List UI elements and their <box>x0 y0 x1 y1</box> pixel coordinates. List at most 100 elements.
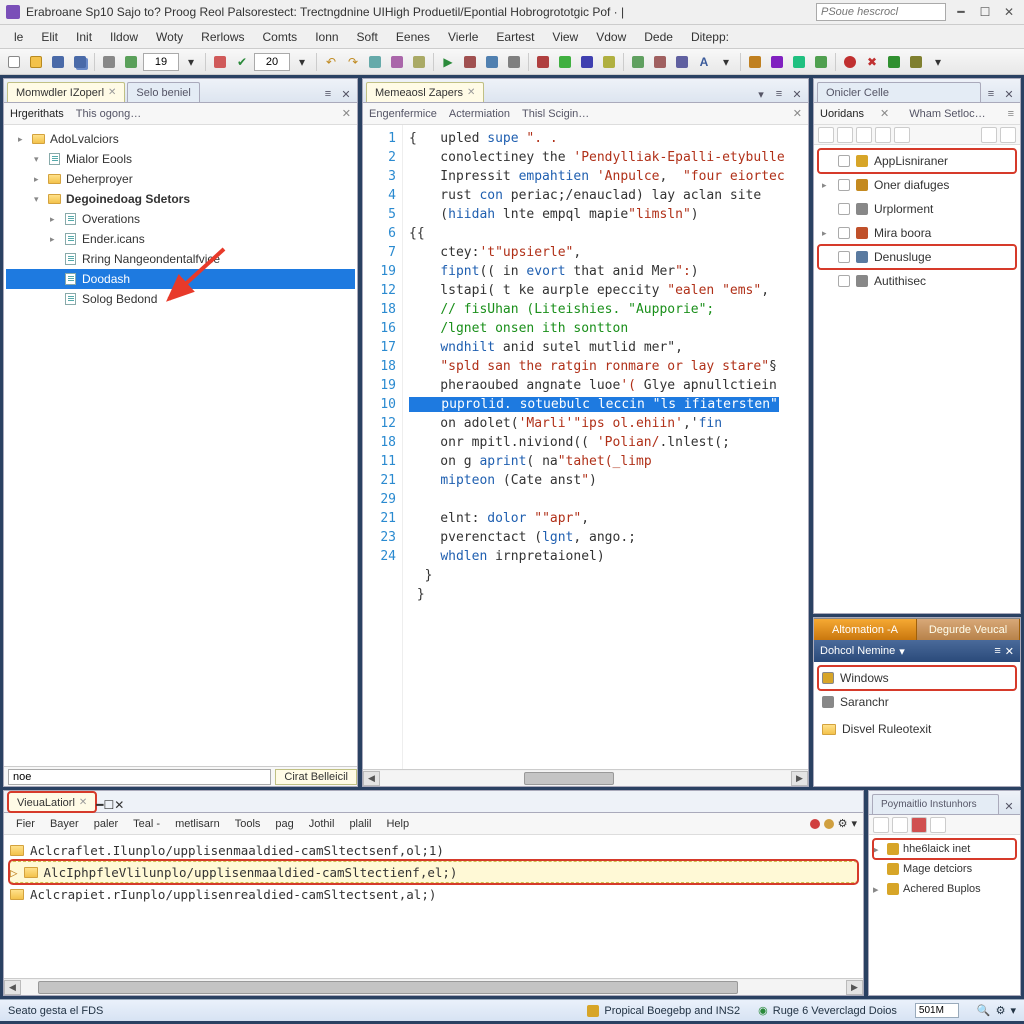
close-icon[interactable]: ✕ <box>108 87 116 98</box>
sub-tab[interactable]: Hrgerithats <box>10 108 64 120</box>
list-item[interactable]: Mage detciors <box>873 859 1016 879</box>
sub-tab[interactable]: Uoridans <box>820 108 864 120</box>
save-all-icon[interactable] <box>70 52 90 72</box>
debug-icon[interactable] <box>460 52 480 72</box>
menu-item[interactable]: View <box>544 28 586 46</box>
close-icon[interactable]: ✖ <box>862 52 882 72</box>
menu-item[interactable]: Ionn <box>307 28 346 46</box>
list-item[interactable]: Disvel Ruleotexit <box>814 718 1020 740</box>
close-icon[interactable]: ✕ <box>880 107 889 120</box>
menu-item[interactable]: Eenes <box>388 28 438 46</box>
tree-arrow-icon[interactable]: ▾ <box>34 154 46 165</box>
panel-max-icon[interactable]: ☐ <box>104 798 115 812</box>
mini-button[interactable] <box>981 127 997 143</box>
menu-item[interactable]: Comts <box>255 28 306 46</box>
console-menu-item[interactable]: plalil <box>343 816 377 832</box>
panel-close-icon[interactable]: ✕ <box>1001 798 1017 814</box>
toolbar-icon[interactable] <box>555 52 575 72</box>
close-button[interactable]: ✕ <box>1000 3 1018 21</box>
tree-arrow-icon[interactable]: ▸ <box>34 174 46 185</box>
list-item[interactable]: ▸Achered Buplos <box>873 879 1016 899</box>
console-line[interactable]: Aclcrapiet.rIunplo/upplisenrealdied-camS… <box>10 883 857 905</box>
sub-tab[interactable]: This ogong… <box>76 108 141 120</box>
tree-item[interactable]: ▾Mialor Eools <box>6 149 355 169</box>
tree-item[interactable]: ▾Degoinedoag Sdetors <box>6 189 355 209</box>
dropdown-icon[interactable]: ▾ <box>928 52 948 72</box>
dropdown-icon[interactable]: ▾ <box>716 52 736 72</box>
toolbar-icon[interactable] <box>504 52 524 72</box>
console-menu-item[interactable]: Help <box>380 816 415 832</box>
panel-close-icon[interactable]: ✕ <box>789 86 805 102</box>
horizontal-scrollbar[interactable]: ◀ ▶ <box>363 769 808 786</box>
console-menu-item[interactable]: pag <box>269 816 299 832</box>
mini-button[interactable] <box>875 127 891 143</box>
title-search-input[interactable] <box>816 3 946 21</box>
print-icon[interactable] <box>99 52 119 72</box>
panel-min-icon[interactable]: ━ <box>96 798 103 812</box>
stop-icon[interactable] <box>840 52 860 72</box>
save-icon[interactable] <box>48 52 68 72</box>
orange-tab[interactable]: Degurde Veucal <box>917 619 1020 640</box>
toolbar-icon[interactable] <box>121 52 141 72</box>
right-lower-tab[interactable]: Poymaitlio Instunhors <box>872 794 999 814</box>
tree-item[interactable]: ▸Ender.icans <box>6 229 355 249</box>
scroll-thumb[interactable] <box>38 981 738 994</box>
gear-icon[interactable]: ⚙ <box>996 1004 1006 1017</box>
tree-arrow-icon[interactable]: ▸ <box>50 234 62 245</box>
console-tab[interactable]: VieuaLatiorl✕ <box>8 792 96 812</box>
search-icon[interactable]: 🔍 <box>977 1004 991 1017</box>
console-menu-item[interactable]: Bayer <box>44 816 85 832</box>
toolbar-icon[interactable] <box>650 52 670 72</box>
run-icon[interactable]: ▶ <box>438 52 458 72</box>
tree-item[interactable]: ▸AdoLvalciors <box>6 129 355 149</box>
code-editor[interactable]: 123456719121816171819101218112129212324 … <box>363 125 808 769</box>
right-mid-list[interactable]: WindowsSaranchr <box>814 662 1020 718</box>
toolbar-icon[interactable] <box>628 52 648 72</box>
editor-tab[interactable]: Memeaosl Zapers✕ <box>366 82 484 102</box>
tree-item[interactable]: Doodash <box>6 269 355 289</box>
status-input[interactable] <box>8 769 271 785</box>
outline-list[interactable]: AppLisniraner▸Oner diafugesUrplorment▸Mi… <box>814 145 1020 297</box>
toolbar-num1[interactable] <box>143 53 179 71</box>
panel-close-icon[interactable]: ✕ <box>114 798 124 812</box>
toolbar-icon[interactable] <box>745 52 765 72</box>
panel-menu-icon[interactable]: ≡ <box>1008 108 1014 120</box>
minimize-button[interactable]: ━ <box>952 3 970 21</box>
sub-tab[interactable]: Thisl Scigin… <box>522 108 589 120</box>
menu-item[interactable]: Ditepp: <box>683 28 737 46</box>
font-icon[interactable]: A <box>694 52 714 72</box>
console-menu-item[interactable]: Jothil <box>303 816 341 832</box>
scroll-track[interactable] <box>21 980 846 995</box>
code-body[interactable]: { upled supe ". . conolectiney the 'Pend… <box>403 125 808 769</box>
tree-arrow-icon[interactable]: ▾ <box>34 194 46 205</box>
redo-icon[interactable]: ↷ <box>343 52 363 72</box>
tree-item[interactable]: Solog Bedond <box>6 289 355 309</box>
outline-item[interactable]: Urplorment <box>818 197 1016 221</box>
gear-icon[interactable]: ⚙ <box>838 817 848 830</box>
list-item[interactable]: Windows <box>818 666 1016 690</box>
mini-button[interactable] <box>930 817 946 833</box>
console-menu-item[interactable]: metlisarn <box>169 816 226 832</box>
right-lower-list[interactable]: ▸hhe6laick inetMage detciors▸Achered Bup… <box>869 835 1020 903</box>
new-file-icon[interactable] <box>4 52 24 72</box>
list-item[interactable]: ▸hhe6laick inet <box>873 839 1016 859</box>
scroll-right-icon[interactable]: ▶ <box>791 771 808 786</box>
menu-item[interactable]: Eartest <box>488 28 542 46</box>
scroll-track[interactable] <box>380 771 791 786</box>
toolbar-icon[interactable] <box>577 52 597 72</box>
outline-item[interactable]: ▸Oner diafuges <box>818 173 1016 197</box>
sub-tab[interactable]: Actermiation <box>449 108 510 120</box>
mini-button[interactable] <box>856 127 872 143</box>
left-tab-2[interactable]: Selo beniel <box>127 82 199 102</box>
menu-item[interactable]: le <box>6 28 31 46</box>
toolbar-icon[interactable] <box>387 52 407 72</box>
toolbar-icon[interactable] <box>409 52 429 72</box>
toolbar-icon[interactable] <box>210 52 230 72</box>
outline-item[interactable]: Denusluge <box>818 245 1016 269</box>
tree-item[interactable]: ▸Overations <box>6 209 355 229</box>
close-icon[interactable]: ✕ <box>793 107 802 120</box>
mini-button[interactable] <box>818 127 834 143</box>
console-menu-item[interactable]: Teal - <box>127 816 166 832</box>
toolbar-icon[interactable] <box>906 52 926 72</box>
mini-button[interactable] <box>1000 127 1016 143</box>
